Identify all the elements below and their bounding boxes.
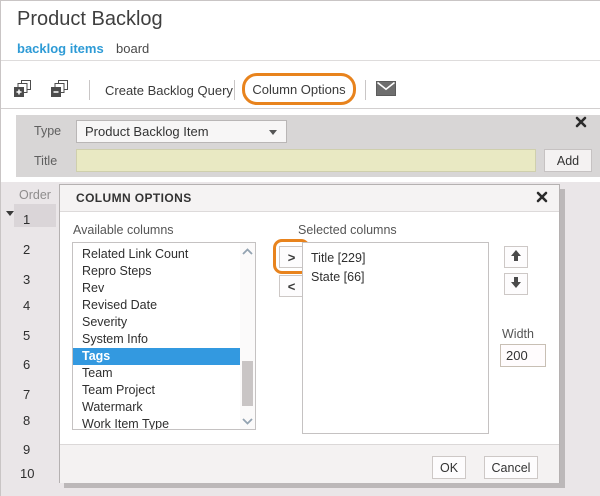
width-label: Width [502, 327, 534, 341]
envelope-icon [376, 81, 396, 100]
tab-backlog-items[interactable]: backlog items [17, 41, 104, 56]
available-column-severity[interactable]: Severity [73, 314, 240, 331]
backlog-row-order-10[interactable]: 10 [20, 466, 34, 481]
dialog-titlebar: COLUMN OPTIONS [60, 185, 559, 212]
type-select-value: Product Backlog Item [85, 124, 209, 139]
toolbar-separator [234, 80, 235, 100]
selected-column-item[interactable]: Title [229] [303, 249, 488, 268]
available-column-work-item-type[interactable]: Work Item Type [73, 416, 240, 429]
cancel-button[interactable]: Cancel [484, 456, 538, 479]
chevron-down-icon [242, 412, 253, 430]
title-input[interactable] [76, 149, 536, 172]
column-options-dialog: COLUMN OPTIONS Available columns Related… [59, 184, 560, 483]
ok-button[interactable]: OK [432, 456, 466, 479]
backlog-row-order-8[interactable]: 8 [23, 413, 30, 428]
x-mark-icon [575, 115, 587, 133]
backlog-row-order-2[interactable]: 2 [23, 242, 30, 257]
backlog-row-order-9[interactable]: 9 [23, 442, 30, 457]
available-columns-items: Related Link Count Repro Steps Rev Revised … [73, 243, 240, 429]
backlog-row-order-4[interactable]: 4 [23, 298, 30, 313]
tabs-divider [1, 60, 600, 61]
create-backlog-query-button[interactable]: Create Backlog Query [105, 83, 233, 98]
selected-columns-label: Selected columns [298, 223, 397, 237]
title-label: Title [34, 154, 58, 168]
available-column-repro-steps[interactable]: Repro Steps [73, 263, 240, 280]
selected-column-item[interactable]: State [66] [303, 268, 488, 287]
move-right-button[interactable]: > [279, 246, 304, 268]
move-down-button[interactable] [504, 273, 528, 295]
scroll-down-button[interactable] [240, 413, 255, 429]
expand-all-icon [13, 80, 32, 102]
close-add-panel-button[interactable] [571, 115, 591, 133]
chevron-up-icon [242, 242, 253, 260]
available-column-watermark[interactable]: Watermark [73, 399, 240, 416]
scroll-up-button[interactable] [240, 243, 255, 259]
available-column-rev[interactable]: Rev [73, 280, 240, 297]
dialog-footer: OK Cancel [60, 444, 559, 483]
move-up-button[interactable] [504, 246, 528, 268]
available-columns-label: Available columns [73, 223, 174, 237]
add-button[interactable]: Add [544, 149, 592, 172]
email-button[interactable] [376, 81, 398, 103]
backlog-row-order-1[interactable]: 1 [23, 212, 30, 227]
type-label: Type [34, 124, 62, 138]
backlog-row-order-6[interactable]: 6 [23, 357, 30, 372]
available-column-tags[interactable]: Tags [73, 348, 240, 365]
collapse-all-icon [50, 80, 69, 102]
selected-columns-list: Title [229] State [66] [302, 242, 489, 434]
available-column-related-link-count[interactable]: Related Link Count [73, 246, 240, 263]
available-columns-list: Related Link Count Repro Steps Rev Revised … [72, 242, 256, 430]
toolbar-divider [1, 108, 600, 109]
move-left-button[interactable]: < [279, 275, 304, 297]
triangle-down-icon[interactable] [6, 211, 14, 216]
available-column-system-info[interactable]: System Info [73, 331, 240, 348]
caret-down-icon [269, 130, 277, 135]
available-list-scrollbar[interactable] [240, 243, 255, 429]
x-mark-icon [536, 190, 548, 208]
backlog-row-order-7[interactable]: 7 [23, 387, 30, 402]
column-options-annotation-ring: Column Options [242, 73, 356, 105]
backlog-row-order-5[interactable]: 5 [23, 328, 30, 343]
dialog-title: COLUMN OPTIONS [76, 191, 192, 205]
arrow-up-icon [510, 249, 522, 265]
toolbar-separator [365, 80, 366, 100]
collapse-all-button[interactable] [50, 79, 72, 101]
toolbar-separator [89, 80, 90, 100]
selected-row-highlight [14, 204, 56, 227]
tab-board[interactable]: board [116, 41, 149, 56]
dialog-close-button[interactable] [534, 191, 550, 207]
scrollbar-thumb[interactable] [242, 361, 253, 406]
order-column-header: Order [19, 188, 51, 202]
available-column-team[interactable]: Team [73, 365, 240, 382]
column-options-button[interactable]: Column Options [252, 82, 345, 97]
width-input[interactable] [500, 344, 546, 367]
page-title: Product Backlog [17, 8, 163, 30]
available-column-team-project[interactable]: Team Project [73, 382, 240, 399]
selected-columns-items: Title [229] State [66] [303, 243, 488, 433]
product-backlog-page: Product Backlog backlog items board Crea… [0, 0, 600, 496]
expand-all-button[interactable] [13, 79, 35, 101]
arrow-down-icon [510, 276, 522, 292]
available-column-revised-date[interactable]: Revised Date [73, 297, 240, 314]
backlog-row-order-3[interactable]: 3 [23, 272, 30, 287]
work-item-type-select[interactable]: Product Backlog Item [76, 120, 287, 143]
